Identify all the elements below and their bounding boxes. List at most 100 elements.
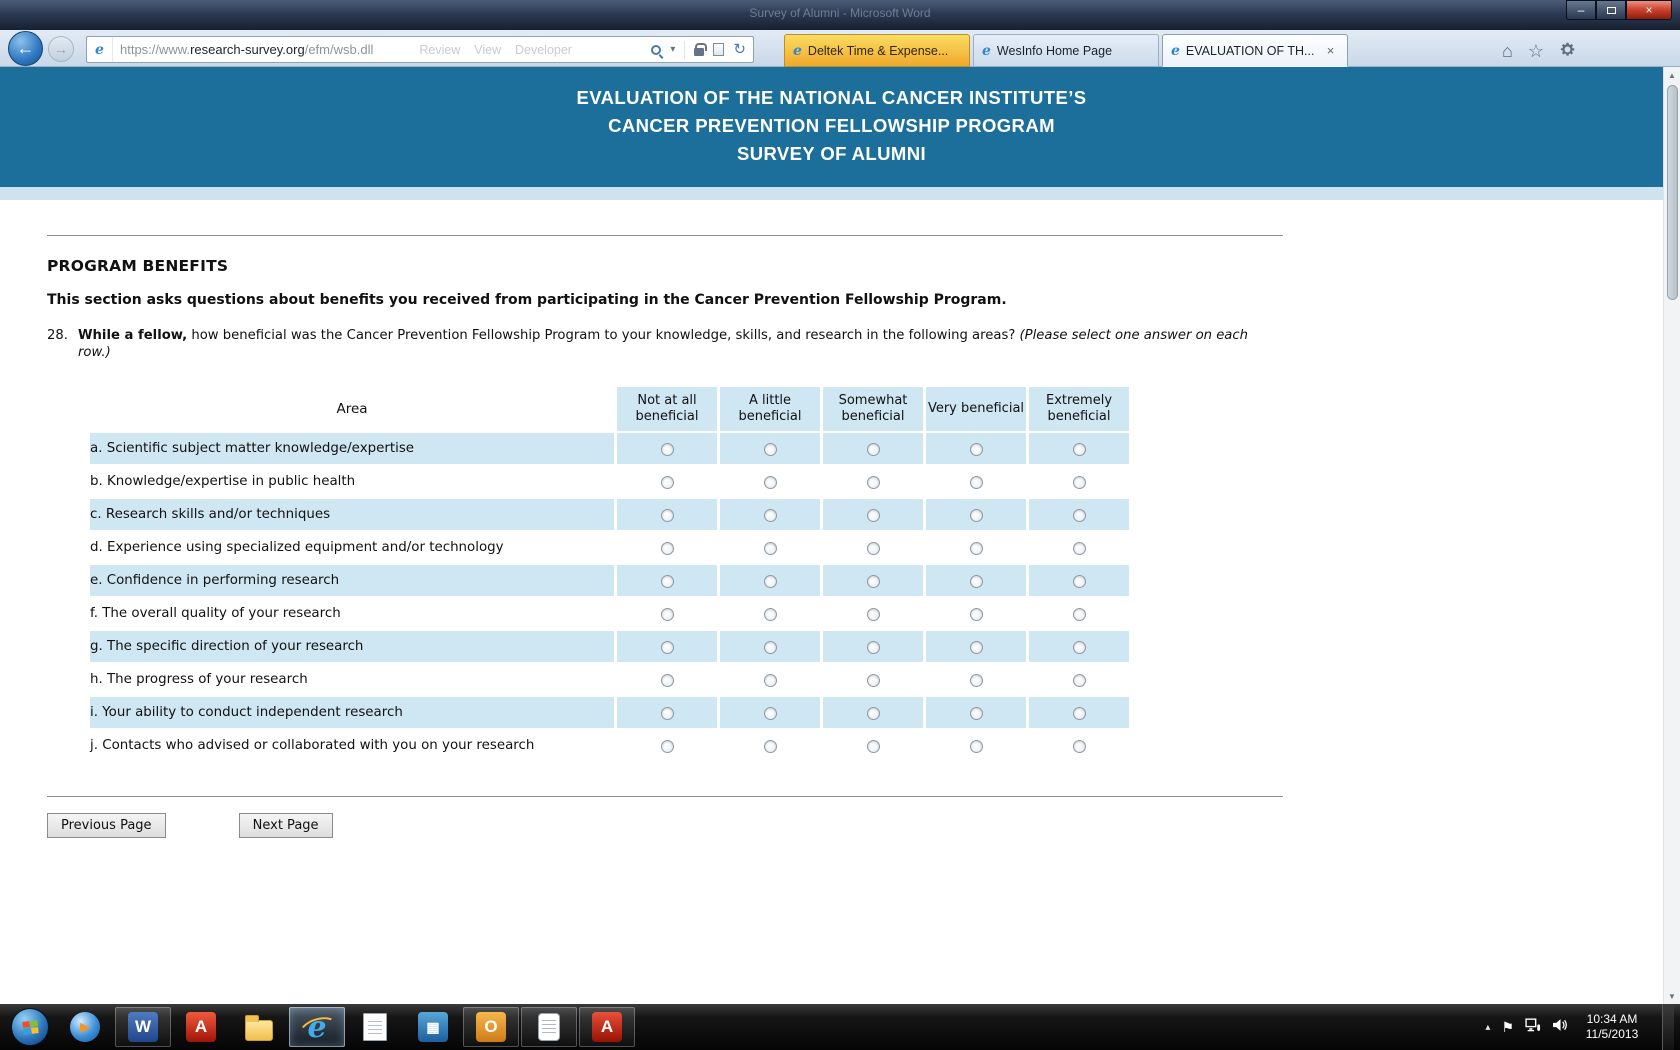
radio-row2-col1[interactable] xyxy=(764,509,777,522)
radio-row8-col1[interactable] xyxy=(764,707,777,720)
taskbar-clock[interactable]: 10:34 AM 11/5/2013 xyxy=(1579,1012,1645,1042)
tab-close-icon[interactable]: × xyxy=(1322,42,1339,59)
taskbar-item-folder-icon[interactable] xyxy=(231,1007,287,1047)
radio-row5-col2[interactable] xyxy=(867,608,880,621)
scroll-down-button[interactable]: ▼ xyxy=(1664,988,1680,1004)
radio-row4-col4[interactable] xyxy=(1073,575,1086,588)
radio-row0-col4[interactable] xyxy=(1073,443,1086,456)
taskbar-item-acrobat-pdf-icon[interactable]: A xyxy=(579,1007,635,1047)
radio-row8-col3[interactable] xyxy=(970,707,983,720)
scroll-up-button[interactable]: ▲ xyxy=(1664,67,1680,83)
favorites-star-icon[interactable]: ☆ xyxy=(1528,41,1544,62)
maximize-button[interactable] xyxy=(1596,0,1626,20)
show-desktop-button[interactable] xyxy=(1662,1004,1674,1050)
hidden-icons-chevron-icon[interactable]: ▴ xyxy=(1485,1022,1490,1033)
radio-row2-col2[interactable] xyxy=(867,509,880,522)
tab-wesinfo[interactable]: e WesInfo Home Page xyxy=(973,34,1159,67)
radio-row6-col0[interactable] xyxy=(661,641,674,654)
url-text[interactable]: https://www.research-survey.org/efm/wsb.… xyxy=(120,42,373,57)
taskbar-item-journal-icon[interactable] xyxy=(347,1007,403,1047)
address-bar[interactable]: e https://www.research-survey.org/efm/ws… xyxy=(86,36,754,63)
radio-row1-col2[interactable] xyxy=(867,476,880,489)
radio-row3-col2[interactable] xyxy=(867,542,880,555)
radio-row7-col0[interactable] xyxy=(661,674,674,687)
radio-row6-col1[interactable] xyxy=(764,641,777,654)
radio-row5-col3[interactable] xyxy=(970,608,983,621)
vertical-scrollbar[interactable]: ▲ ▼ xyxy=(1663,67,1680,1004)
tab-evaluation-active[interactable]: e EVALUATION OF TH... × xyxy=(1162,34,1348,67)
radio-row9-col1[interactable] xyxy=(764,740,777,753)
taskbar-item-word-icon[interactable]: W xyxy=(115,1007,171,1047)
radio-row8-col4[interactable] xyxy=(1073,707,1086,720)
radio-cell xyxy=(823,631,923,662)
minimize-button[interactable]: – xyxy=(1566,0,1596,20)
radio-row7-col4[interactable] xyxy=(1073,674,1086,687)
compatibility-view-icon[interactable] xyxy=(713,43,724,56)
radio-row3-col3[interactable] xyxy=(970,542,983,555)
tab-strip: e Deltek Time & Expense... e WesInfo Hom… xyxy=(784,34,1348,67)
radio-row9-col0[interactable] xyxy=(661,740,674,753)
radio-row9-col4[interactable] xyxy=(1073,740,1086,753)
start-button[interactable] xyxy=(5,1007,55,1047)
radio-row1-col3[interactable] xyxy=(970,476,983,489)
radio-row0-col3[interactable] xyxy=(970,443,983,456)
radio-cell xyxy=(823,697,923,728)
tab-deltek[interactable]: e Deltek Time & Expense... xyxy=(784,34,970,67)
radio-row7-col1[interactable] xyxy=(764,674,777,687)
radio-row3-col4[interactable] xyxy=(1073,542,1086,555)
folder-icon xyxy=(245,1020,273,1041)
radio-row2-col3[interactable] xyxy=(970,509,983,522)
radio-row4-col3[interactable] xyxy=(970,575,983,588)
radio-row8-col2[interactable] xyxy=(867,707,880,720)
radio-row0-col2[interactable] xyxy=(867,443,880,456)
radio-row6-col3[interactable] xyxy=(970,641,983,654)
radio-row1-col4[interactable] xyxy=(1073,476,1086,489)
taskbar-item-app-icon[interactable]: ▦ xyxy=(405,1007,461,1047)
radio-row5-col0[interactable] xyxy=(661,608,674,621)
action-center-flag-icon[interactable]: ⚑ xyxy=(1501,1019,1514,1036)
radio-row5-col1[interactable] xyxy=(764,608,777,621)
radio-row6-col2[interactable] xyxy=(867,641,880,654)
radio-row6-col4[interactable] xyxy=(1073,641,1086,654)
back-button[interactable]: ← xyxy=(8,31,43,66)
radio-row4-col0[interactable] xyxy=(661,575,674,588)
refresh-icon[interactable]: ↻ xyxy=(733,42,746,57)
radio-row7-col2[interactable] xyxy=(867,674,880,687)
taskbar-item-media-player-icon[interactable]: ▶ xyxy=(57,1007,113,1047)
scrollbar-thumb[interactable] xyxy=(1667,85,1678,300)
radio-row5-col4[interactable] xyxy=(1073,608,1086,621)
close-icon: × xyxy=(1645,4,1652,16)
radio-row2-col0[interactable] xyxy=(661,509,674,522)
answer-table: Area Not at all beneficialA little benef… xyxy=(87,385,1132,763)
previous-page-button[interactable]: Previous Page xyxy=(47,813,166,838)
home-icon[interactable]: ⌂ xyxy=(1502,41,1513,62)
settings-gear-icon[interactable] xyxy=(1559,41,1576,63)
autocomplete-dropdown-icon[interactable]: ▾ xyxy=(670,44,675,55)
security-lock-icon[interactable] xyxy=(694,48,704,56)
radio-row3-col0[interactable] xyxy=(661,542,674,555)
radio-row4-col1[interactable] xyxy=(764,575,777,588)
radio-row2-col4[interactable] xyxy=(1073,509,1086,522)
radio-row1-col1[interactable] xyxy=(764,476,777,489)
volume-icon[interactable] xyxy=(1552,1018,1568,1037)
network-icon[interactable] xyxy=(1525,1018,1541,1037)
radio-row9-col2[interactable] xyxy=(867,740,880,753)
radio-row1-col0[interactable] xyxy=(661,476,674,489)
question-number: 28. xyxy=(47,327,78,361)
taskbar-item-document-icon[interactable] xyxy=(521,1007,577,1047)
taskbar-item-ie-icon[interactable]: e xyxy=(289,1007,345,1047)
taskbar-item-outlook-icon[interactable]: O xyxy=(463,1007,519,1047)
taskbar-item-acrobat-reader-icon[interactable]: A xyxy=(173,1007,229,1047)
close-button[interactable]: × xyxy=(1626,0,1672,20)
radio-row4-col2[interactable] xyxy=(867,575,880,588)
radio-row7-col3[interactable] xyxy=(970,674,983,687)
radio-cell xyxy=(926,730,1026,761)
search-icon[interactable] xyxy=(651,45,661,55)
forward-button[interactable]: → xyxy=(48,36,74,62)
next-page-button[interactable]: Next Page xyxy=(239,813,333,838)
radio-row0-col1[interactable] xyxy=(764,443,777,456)
radio-row9-col3[interactable] xyxy=(970,740,983,753)
radio-row0-col0[interactable] xyxy=(661,443,674,456)
radio-row3-col1[interactable] xyxy=(764,542,777,555)
radio-row8-col0[interactable] xyxy=(661,707,674,720)
